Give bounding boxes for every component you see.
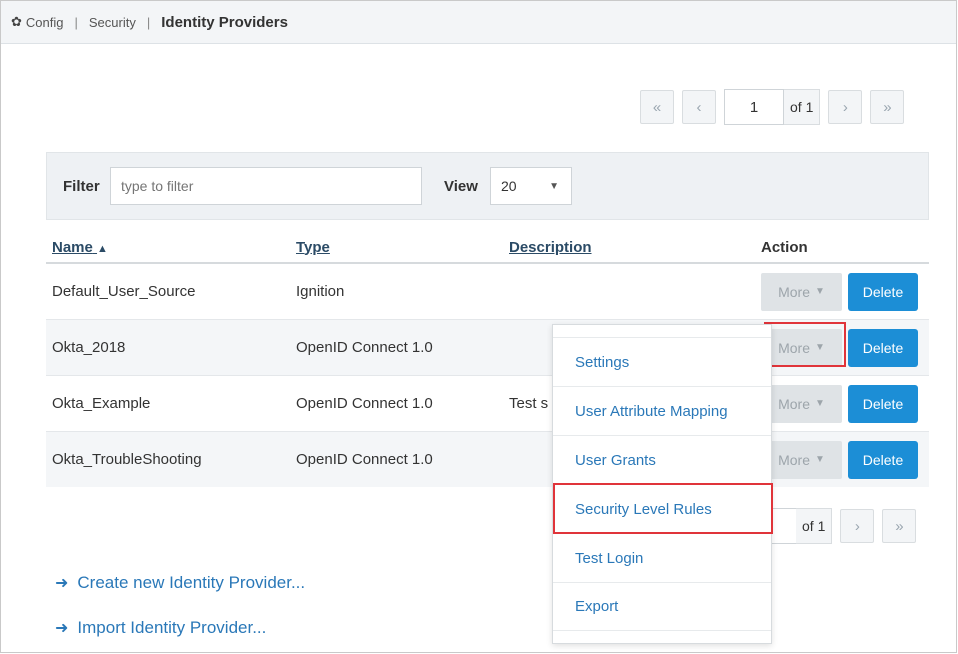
menu-item-test-login[interactable]: Test Login bbox=[553, 533, 771, 582]
delete-button[interactable]: Delete bbox=[848, 440, 918, 479]
cell-name: Default_User_Source bbox=[46, 262, 290, 320]
create-identity-provider-link[interactable]: ➜ Create new Identity Provider... bbox=[55, 573, 305, 593]
create-link-label: Create new Identity Provider... bbox=[77, 573, 306, 592]
first-page-button[interactable]: « bbox=[640, 90, 674, 124]
chevron-down-icon: ▼ bbox=[549, 181, 559, 192]
cell-type: OpenID Connect 1.0 bbox=[290, 431, 503, 487]
next-page-button[interactable]: › bbox=[840, 509, 875, 543]
column-header-type[interactable]: Type bbox=[290, 232, 503, 264]
pager-top: « ‹ 1 of 1 › » bbox=[640, 89, 905, 125]
table-row: Okta_TroubleShooting OpenID Connect 1.0 … bbox=[46, 431, 929, 487]
cell-type: OpenID Connect 1.0 bbox=[290, 319, 503, 376]
breadcrumb: ✿ Config | Security | Identity Providers bbox=[1, 1, 956, 44]
breadcrumb-config[interactable]: Config bbox=[26, 15, 64, 30]
page-title: Identity Providers bbox=[161, 13, 288, 31]
view-select[interactable]: 20 ▼ bbox=[490, 167, 572, 205]
view-label: View bbox=[444, 178, 478, 195]
import-link-label: Import Identity Provider... bbox=[77, 618, 267, 637]
delete-button[interactable]: Delete bbox=[848, 328, 918, 367]
last-page-button[interactable]: » bbox=[870, 90, 905, 124]
cell-action: More ▼ Delete bbox=[755, 262, 929, 320]
breadcrumb-separator: | bbox=[146, 14, 151, 30]
pager-bottom: of 1 › » bbox=[760, 508, 917, 544]
filter-label: Filter bbox=[63, 178, 100, 195]
page-count: of 1 bbox=[796, 508, 833, 544]
more-button[interactable]: More ▼ bbox=[761, 440, 842, 479]
chevron-down-icon: ▼ bbox=[815, 454, 825, 465]
column-header-action: Action bbox=[755, 232, 929, 264]
more-button[interactable]: More ▼ bbox=[761, 384, 842, 423]
view-select-value: 20 bbox=[501, 178, 517, 194]
cell-name: Okta_TroubleShooting bbox=[46, 431, 290, 487]
delete-button[interactable]: Delete bbox=[848, 384, 918, 423]
filter-bar: Filter View 20 ▼ bbox=[46, 152, 929, 220]
cell-type: Ignition bbox=[290, 262, 503, 320]
column-header-description[interactable]: Description bbox=[503, 232, 755, 264]
next-page-button[interactable]: › bbox=[828, 90, 863, 124]
menu-item-settings[interactable]: Settings bbox=[553, 337, 771, 386]
table-row: Okta_Example OpenID Connect 1.0 Test s M… bbox=[46, 375, 929, 432]
breadcrumb-security[interactable]: Security bbox=[89, 15, 136, 30]
chevron-down-icon: ▼ bbox=[815, 398, 825, 409]
page-number-input[interactable]: 1 bbox=[724, 89, 784, 125]
cell-type: OpenID Connect 1.0 bbox=[290, 375, 503, 432]
cell-action: More ▼ Delete bbox=[755, 375, 929, 432]
more-dropdown-menu: Settings User Attribute Mapping User Gra… bbox=[552, 324, 773, 644]
sort-ascending-icon: ▲ bbox=[97, 242, 108, 255]
table-row: Default_User_Source Ignition More ▼ Delete bbox=[46, 262, 929, 320]
cell-name: Okta_Example bbox=[46, 375, 290, 432]
cell-action: More ▼ Delete bbox=[755, 431, 929, 487]
page-count: of 1 bbox=[784, 89, 821, 125]
import-identity-provider-link[interactable]: ➜ Import Identity Provider... bbox=[55, 618, 266, 638]
breadcrumb-separator: | bbox=[74, 14, 78, 30]
menu-item-highlight bbox=[553, 483, 773, 534]
arrow-right-icon: ➜ bbox=[55, 620, 69, 637]
column-header-name[interactable]: Name ▲ bbox=[46, 232, 290, 264]
more-button-highlight bbox=[764, 322, 846, 367]
more-button[interactable]: More ▼ bbox=[761, 272, 842, 311]
last-page-button[interactable]: » bbox=[882, 509, 917, 543]
prev-page-button[interactable]: ‹ bbox=[682, 90, 716, 124]
gear-icon: ✿ bbox=[11, 14, 22, 29]
filter-input[interactable] bbox=[110, 167, 422, 205]
arrow-right-icon: ➜ bbox=[55, 575, 69, 592]
cell-name: Okta_2018 bbox=[46, 319, 290, 376]
delete-button[interactable]: Delete bbox=[848, 272, 918, 311]
chevron-down-icon: ▼ bbox=[815, 286, 825, 297]
menu-item-export[interactable]: Export bbox=[553, 582, 771, 631]
menu-item-user-grants[interactable]: User Grants bbox=[553, 435, 771, 484]
cell-description bbox=[503, 262, 755, 320]
menu-item-user-attribute-mapping[interactable]: User Attribute Mapping bbox=[553, 386, 771, 435]
